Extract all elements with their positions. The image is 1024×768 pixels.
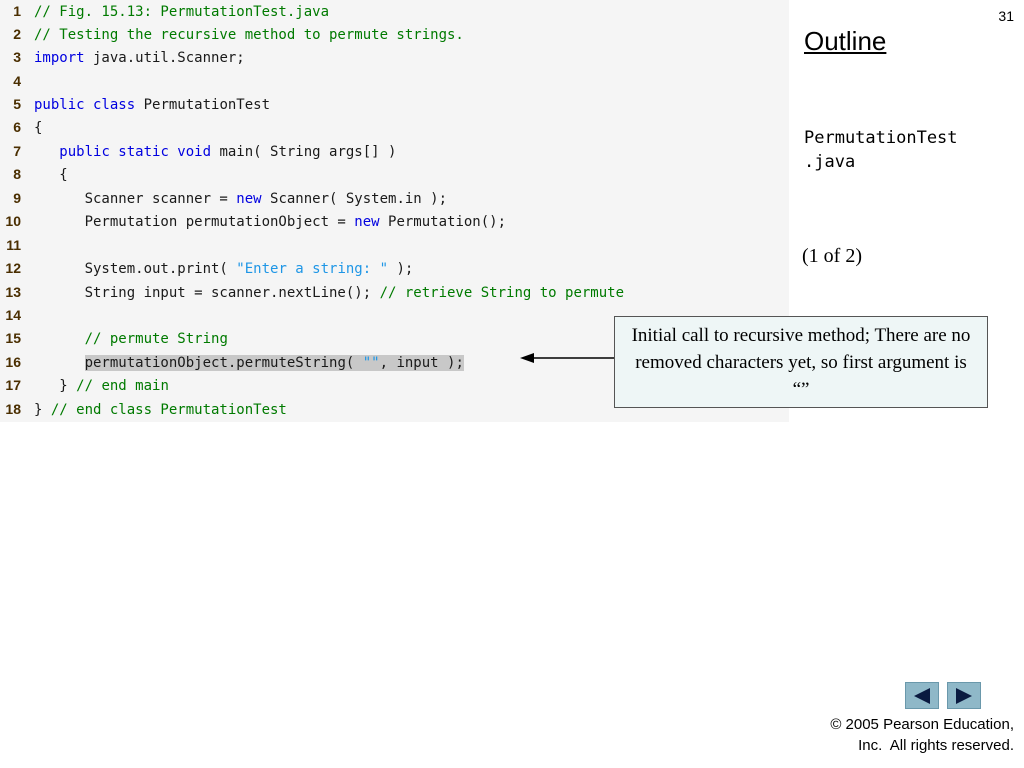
- code-token: System.out.print(: [34, 261, 237, 277]
- code-token: public class: [34, 97, 136, 113]
- code-token: String input = scanner.nextLine();: [34, 285, 380, 301]
- code-line: 1 // Fig. 15.13: PermutationTest.java: [0, 0, 329, 23]
- code-token: public static void: [59, 144, 212, 160]
- code-line: 17 } // end main: [0, 374, 169, 397]
- code-token: new: [236, 191, 262, 207]
- callout-box: Initial call to recursive method; There …: [614, 316, 988, 408]
- code-token: java.util.Scanner;: [84, 50, 245, 66]
- line-number: 6: [13, 119, 21, 135]
- line-number: 16: [5, 354, 21, 370]
- line-number: 14: [5, 307, 21, 323]
- code-token: {: [34, 120, 43, 136]
- code-line: 6{: [0, 116, 42, 139]
- code-line: 16 permutationObject.permuteString( "", …: [0, 351, 464, 374]
- code-line: 13 String input = scanner.nextLine(); //…: [0, 281, 624, 304]
- line-number: 13: [5, 284, 21, 300]
- code-token: // Testing the recursive method to permu…: [34, 27, 464, 43]
- code-line: 8 {: [0, 163, 68, 186]
- line-number: 2: [13, 26, 21, 42]
- code-line: 14: [0, 304, 34, 327]
- line-number: 12: [5, 260, 21, 276]
- line-number: 3: [13, 49, 21, 65]
- code-line: 4: [0, 70, 34, 93]
- code-token: main( String args[] ): [211, 144, 397, 160]
- code-token: Scanner scanner =: [34, 191, 237, 207]
- page-indicator: (1 of 2): [802, 245, 862, 267]
- triangle-left-icon: [914, 687, 930, 704]
- code-line: 9 Scanner scanner = new Scanner( System.…: [0, 187, 447, 210]
- code-token: // retrieve String to permute: [379, 285, 625, 301]
- code-token: Permutation();: [379, 214, 507, 230]
- file-name: PermutationTest .java: [804, 128, 958, 172]
- code-line: 18} // end class PermutationTest: [0, 398, 287, 421]
- code-line: 2 // Testing the recursive method to perm…: [0, 23, 464, 46]
- code-token: Scanner( System.in );: [261, 191, 448, 207]
- line-number: 18: [5, 401, 21, 417]
- code-token: // permute String: [84, 331, 228, 347]
- callout-arrow: [520, 353, 616, 363]
- copyright-notice: © 2005 Pearson Education, Inc. All right…: [830, 714, 1014, 756]
- code-token: PermutationTest: [135, 97, 271, 113]
- code-token: );: [388, 261, 414, 277]
- code-line: 7 public static void main( String args[]…: [0, 140, 396, 163]
- code-token: , input );: [379, 355, 464, 371]
- copyright-text: © 2005 Pearson Education, Inc. All right…: [830, 716, 1014, 754]
- code-line: 10 Permutation permutationObject = new P…: [0, 210, 506, 233]
- line-number: 15: [5, 330, 21, 346]
- code-token: // end class PermutationTest: [50, 402, 287, 418]
- code-line: 15 // permute String: [0, 327, 228, 350]
- line-number: 5: [13, 96, 21, 112]
- code-line: 11: [0, 234, 34, 257]
- line-number: 11: [6, 237, 21, 253]
- code-token: }: [34, 402, 51, 418]
- next-slide-button[interactable]: [947, 682, 981, 709]
- code-token: import: [34, 50, 85, 66]
- line-number: 10: [5, 213, 21, 229]
- code-token: // Fig. 15.13: PermutationTest.java: [34, 4, 330, 20]
- code-token: permutationObject.permuteString(: [84, 355, 363, 371]
- code-token: // end main: [76, 378, 169, 394]
- code-line: 5 public class PermutationTest: [0, 93, 270, 116]
- code-token: "Enter a string: ": [236, 261, 389, 277]
- line-number: 7: [13, 143, 21, 159]
- line-number: 17: [5, 377, 21, 393]
- code-token: }: [34, 378, 77, 394]
- code-token: new: [354, 214, 380, 230]
- slide-number: 31: [998, 8, 1014, 24]
- line-number: 1: [13, 3, 21, 19]
- code-line: 12 System.out.print( "Enter a string: " …: [0, 257, 413, 280]
- code-token: {: [34, 167, 68, 183]
- line-number: 8: [13, 166, 21, 182]
- code-token: Permutation permutationObject =: [34, 214, 355, 230]
- line-number: 4: [13, 73, 21, 89]
- previous-slide-button[interactable]: [905, 682, 939, 709]
- code-line: 3 import java.util.Scanner;: [0, 46, 245, 69]
- code-token: "": [362, 355, 380, 371]
- triangle-right-icon: [956, 687, 972, 704]
- outline-title[interactable]: Outline: [804, 26, 886, 57]
- line-number: 9: [13, 190, 21, 206]
